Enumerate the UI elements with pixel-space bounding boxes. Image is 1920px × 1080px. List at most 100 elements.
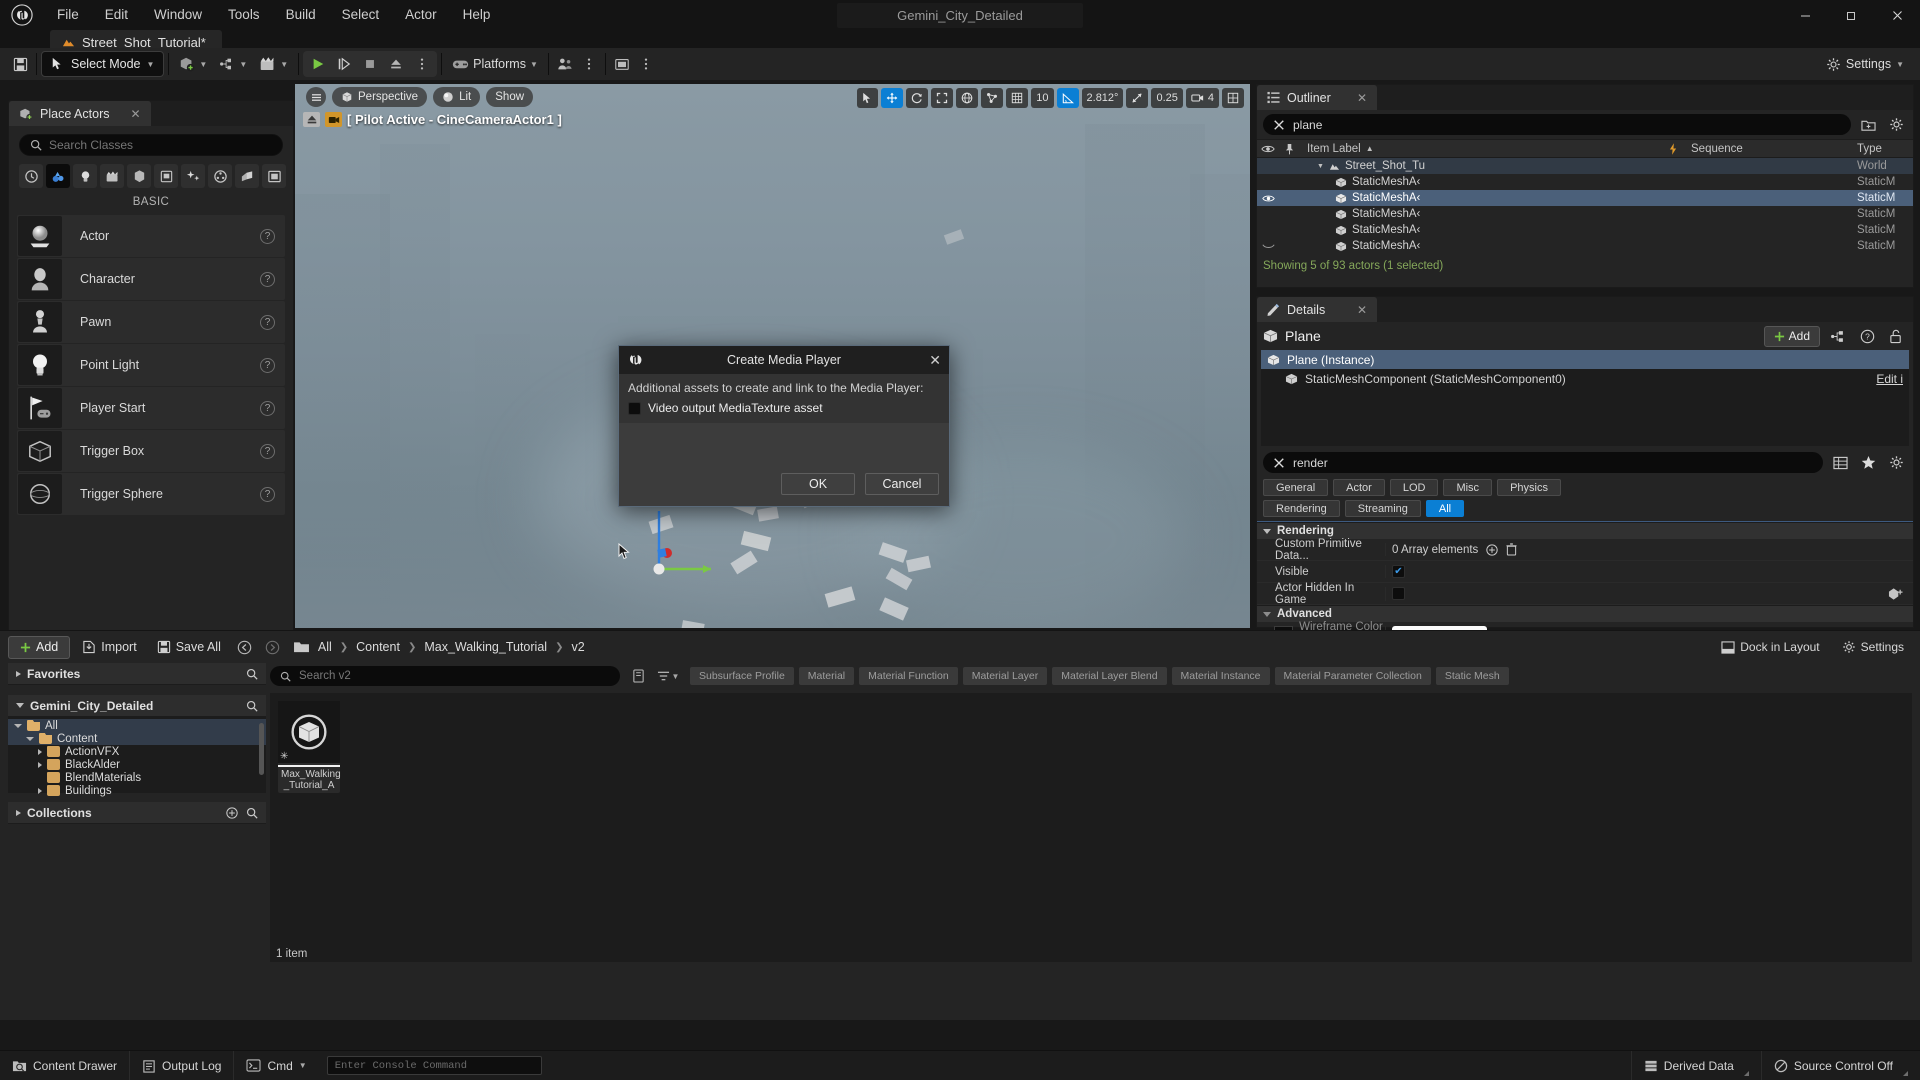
tree-node-blendmaterials[interactable]: BlendMaterials [8, 771, 266, 784]
visual-effects-icon[interactable] [181, 164, 205, 188]
table-row[interactable]: StaticMeshA‹ StaticM [1257, 190, 1913, 206]
ok-button[interactable]: OK [781, 473, 855, 495]
content-import-button[interactable]: Import [74, 636, 144, 659]
details-search-input[interactable]: render [1263, 452, 1823, 473]
video-output-mediatexture-checkbox-row[interactable]: Video output MediaTexture asset [628, 401, 940, 415]
breadcrumb-v2[interactable]: v2 [571, 640, 584, 654]
rotation-snap-toggle[interactable] [1056, 88, 1079, 108]
tab-outliner[interactable]: Outliner ✕ [1257, 85, 1377, 110]
close-button[interactable] [1874, 0, 1920, 30]
add-component-button[interactable]: Add [1763, 325, 1820, 347]
outliner-search-input[interactable]: plane [1263, 114, 1851, 135]
search-icon[interactable] [246, 668, 258, 680]
project-header[interactable]: Gemini_City_Detailed [8, 695, 266, 717]
menu-item-select[interactable]: Select [329, 3, 393, 27]
menu-item-tools[interactable]: Tools [215, 3, 273, 27]
volumes-icon[interactable] [127, 164, 151, 188]
filter-misc[interactable]: Misc [1443, 479, 1493, 496]
derived-data-button[interactable]: Derived Data [1630, 1050, 1761, 1080]
pin-column-header[interactable] [1279, 143, 1299, 155]
geometry-icon[interactable] [235, 164, 259, 188]
breadcrumb-all[interactable]: All [318, 640, 332, 654]
type-filter-material-parameter-collection[interactable]: Material Parameter Collection [1274, 667, 1431, 685]
play-options-kebab-icon[interactable] [410, 52, 434, 76]
expand-arrow-icon[interactable] [38, 761, 42, 768]
type-filter-material-layer-blend[interactable]: Material Layer Blend [1052, 667, 1167, 685]
asset-grid[interactable]: ✳ Max_Walking _Tutorial_A 1 item [270, 693, 1912, 962]
tab-details[interactable]: Details ✕ [1257, 297, 1377, 322]
add-collection-icon[interactable] [226, 806, 238, 819]
help-icon[interactable]: ? [260, 271, 275, 287]
cinematic-icon[interactable] [100, 164, 124, 188]
menu-item-build[interactable]: Build [273, 3, 329, 27]
dock-in-layout-button[interactable]: Dock in Layout [1713, 636, 1827, 658]
filter-lod[interactable]: LOD [1389, 479, 1439, 496]
reset-to-default-icon[interactable] [1888, 587, 1903, 601]
delete-array-icon[interactable] [1506, 543, 1517, 556]
help-icon[interactable]: ? [260, 357, 275, 373]
type-filter-material-function[interactable]: Material Function [859, 667, 958, 685]
scale-snap-toggle[interactable] [1126, 88, 1149, 108]
minimize-button[interactable] [1782, 0, 1828, 30]
property-row-visible[interactable]: Visible ✔ [1257, 561, 1913, 583]
menu-item-file[interactable]: File [44, 3, 92, 27]
section-advanced[interactable]: Advanced [1257, 605, 1913, 622]
filter-streaming[interactable]: Streaming [1344, 500, 1421, 517]
rotate-tool-button[interactable] [906, 88, 929, 108]
column-view-icon[interactable] [1829, 453, 1851, 473]
expand-arrow-icon[interactable]: ▼ [1317, 163, 1324, 170]
video-output-mediatexture-checkbox[interactable] [628, 401, 641, 415]
rotation-snap-value[interactable]: 2.812° [1081, 88, 1124, 108]
sequence-column-header[interactable]: Sequence [1685, 143, 1853, 155]
help-icon[interactable]: ? [260, 443, 275, 459]
help-icon[interactable]: ? [260, 314, 275, 330]
create-folder-icon[interactable] [1857, 115, 1879, 135]
content-drawer-button[interactable]: Content Drawer [0, 1050, 131, 1080]
viewport-layout-button[interactable] [1222, 88, 1244, 108]
type-filter-static-mesh[interactable]: Static Mesh [1435, 667, 1509, 685]
platforms-button[interactable]: Platforms ▼ [446, 52, 544, 76]
blueprint-graph-icon[interactable] [1827, 326, 1849, 346]
hamburger-icon[interactable] [306, 87, 326, 107]
select-mode-button[interactable]: Select Mode ▼ [41, 51, 165, 77]
settings-button[interactable]: Settings ▼ [1818, 52, 1912, 76]
all-classes-icon[interactable] [154, 164, 178, 188]
property-row-actor-hidden-in-game[interactable]: Actor Hidden In Game [1257, 582, 1913, 606]
close-icon[interactable]: ✕ [1343, 91, 1367, 105]
favorites-header[interactable]: Favorites [8, 663, 266, 685]
camera-speed-button[interactable]: 4 [1185, 88, 1219, 108]
history-back-button[interactable] [233, 635, 257, 659]
cinematics-button[interactable]: ▼ [253, 52, 294, 76]
basic-icon[interactable] [46, 164, 70, 188]
select-tool-button[interactable] [857, 88, 879, 108]
expand-arrow-icon[interactable] [38, 787, 42, 794]
lights-icon[interactable] [73, 164, 97, 188]
section-rendering[interactable]: Rendering [1257, 522, 1913, 539]
row-visibility-toggle[interactable] [1257, 194, 1279, 203]
history-forward-button[interactable] [261, 635, 285, 659]
menu-item-edit[interactable]: Edit [92, 3, 141, 27]
table-row[interactable]: StaticMeshA‹ StaticM [1257, 222, 1913, 238]
list-item-trigger-sphere[interactable]: Trigger Sphere ? [17, 473, 285, 515]
search-icon[interactable] [246, 700, 258, 712]
menu-item-window[interactable]: Window [141, 3, 215, 27]
toolbar-kebab-icon[interactable] [577, 52, 601, 76]
scale-snap-value[interactable]: 0.25 [1151, 88, 1183, 108]
edit-in-blueprint-link[interactable]: Edit i [1876, 372, 1903, 386]
list-item-trigger-box[interactable]: Trigger Box ? [17, 430, 285, 472]
type-column-header[interactable]: Type [1853, 143, 1913, 155]
collections-header[interactable]: Collections [8, 802, 266, 824]
unreal-logo-icon[interactable] [0, 0, 44, 30]
blueprints-button[interactable]: ▼ [213, 52, 253, 76]
property-row-custom-primitive-data[interactable]: Custom Primitive Data... 0 Array element… [1257, 538, 1913, 562]
table-row[interactable]: StaticMeshA‹ StaticM [1257, 206, 1913, 222]
eject-pilot-icon[interactable] [303, 112, 320, 127]
close-icon[interactable]: ✕ [116, 107, 140, 121]
tab-place-actors[interactable]: Place Actors ✕ [9, 101, 151, 126]
collapse-arrow-icon[interactable] [26, 736, 34, 741]
add-actor-button[interactable]: ▼ [173, 52, 213, 76]
content-settings-button[interactable]: Settings [1834, 636, 1912, 658]
cmd-dropdown-button[interactable]: Cmd ▼ [234, 1051, 318, 1080]
table-row[interactable]: StaticMeshA‹ StaticM [1257, 238, 1913, 254]
expand-arrow-icon[interactable] [38, 748, 42, 755]
